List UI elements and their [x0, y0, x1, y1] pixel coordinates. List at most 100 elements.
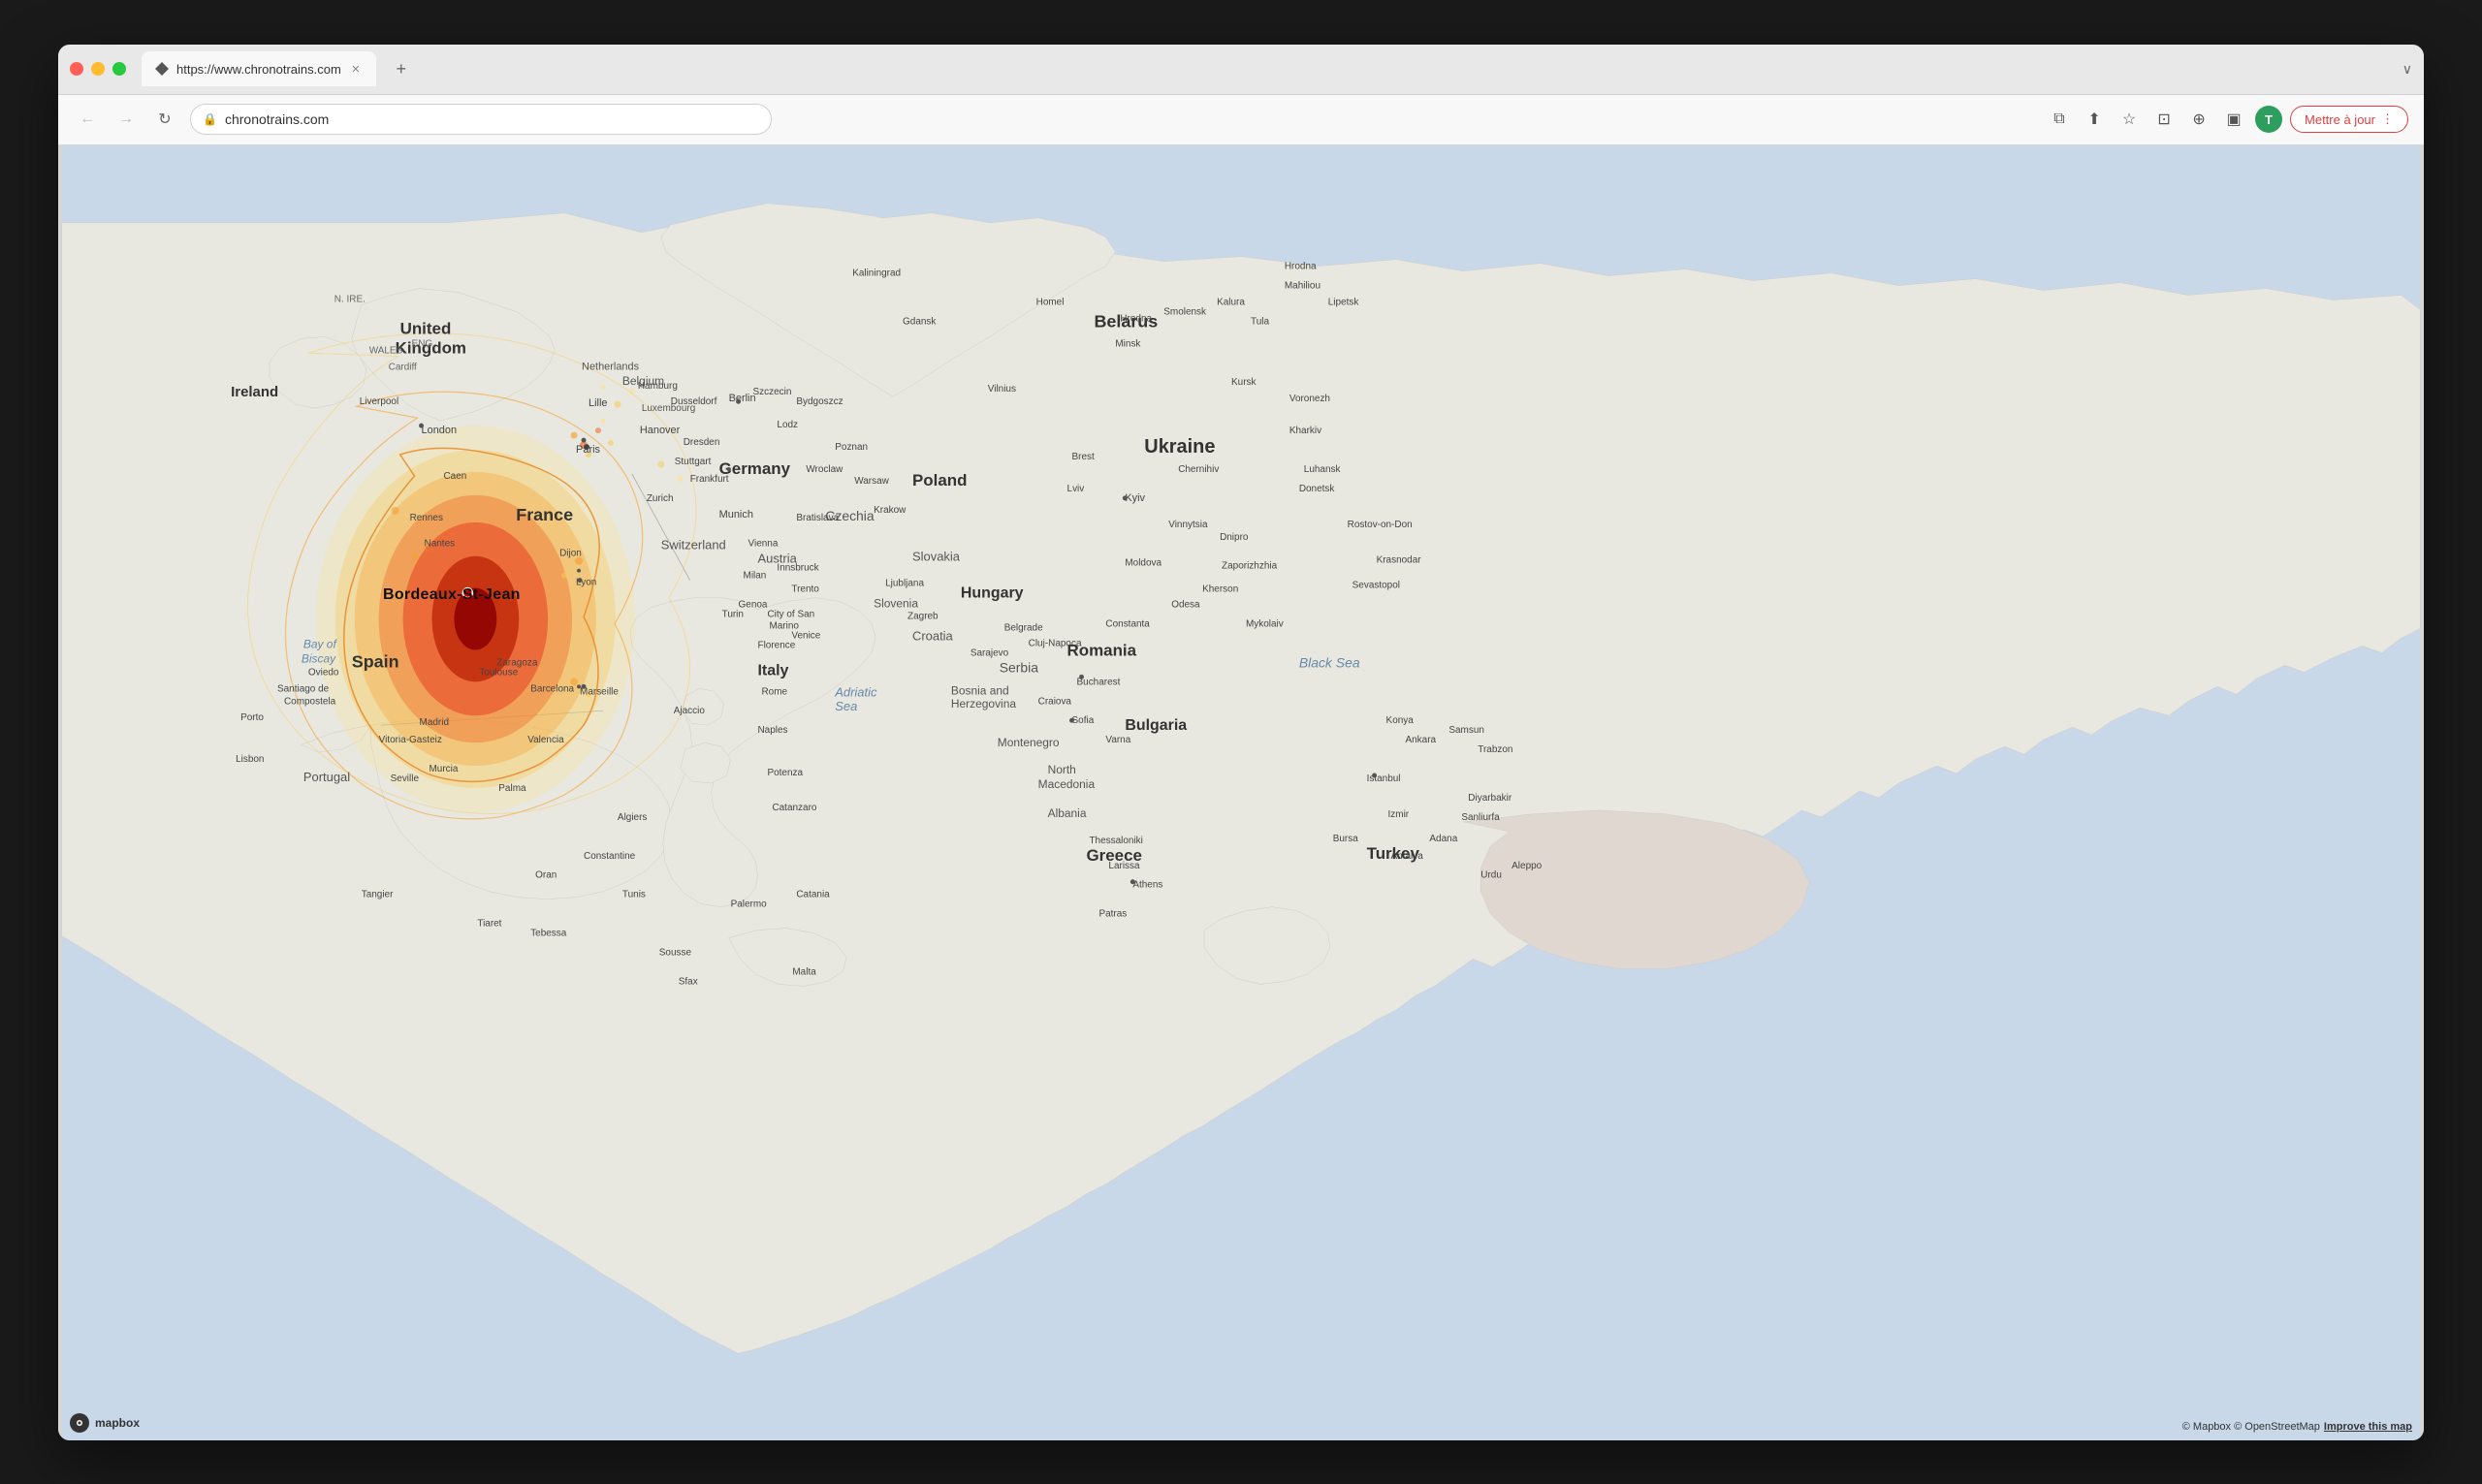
improve-map-link[interactable]: Improve this map [2324, 1421, 2412, 1433]
country-label-spain: Spain [352, 651, 399, 671]
minimize-button[interactable] [91, 62, 105, 76]
svg-text:Constanta: Constanta [1105, 618, 1150, 629]
sidebar-icon[interactable]: ▣ [2220, 106, 2247, 133]
svg-text:Tula: Tula [1251, 316, 1269, 327]
svg-text:Moldova: Moldova [1125, 557, 1161, 568]
share-icon[interactable]: ⬆ [2081, 106, 2108, 133]
extensions-icon[interactable]: ⊕ [2185, 106, 2212, 133]
country-label-slovenia: Slovenia [874, 596, 918, 610]
svg-text:Dijon: Dijon [559, 548, 582, 558]
reach-dot [411, 553, 418, 559]
bookmark-icon[interactable]: ☆ [2116, 106, 2143, 133]
country-label-croatia: Croatia [912, 628, 954, 643]
mapbox-logo: mapbox [70, 1413, 140, 1433]
svg-text:Palermo: Palermo [731, 899, 768, 909]
back-button[interactable]: ← [74, 106, 101, 133]
svg-text:Kaluга: Kaluга [1217, 297, 1245, 307]
svg-text:Craiova: Craiova [1038, 696, 1072, 707]
svg-text:Hamburg: Hamburg [638, 381, 678, 392]
country-label-slovakia: Slovakia [912, 549, 961, 563]
svg-text:Wroclaw: Wroclaw [806, 463, 843, 474]
country-label-switzerland: Switzerland [661, 537, 726, 552]
svg-text:Innsbruck: Innsbruck [777, 562, 818, 573]
svg-text:Gdansk: Gdansk [903, 316, 936, 327]
reach-dot [608, 440, 614, 446]
svg-text:Izmir: Izmir [1388, 808, 1410, 819]
svg-text:Belgrade: Belgrade [1004, 622, 1043, 633]
svg-text:Mykolaiv: Mykolaiv [1246, 618, 1284, 629]
tabs-dropdown-icon[interactable]: ∨ [2402, 61, 2412, 78]
mapbox-logo-text: mapbox [95, 1416, 140, 1430]
screenshot-icon[interactable]: ⧉ [2046, 106, 2073, 133]
svg-text:Warsaw: Warsaw [854, 475, 889, 486]
svg-text:Naples: Naples [757, 725, 787, 736]
tab-favicon-icon [155, 62, 169, 76]
svg-text:Hrodna: Hrodna [1120, 313, 1152, 324]
country-label-ukraine: Ukraine [1144, 436, 1215, 458]
svg-text:Konya: Konya [1386, 715, 1415, 726]
toolbar-right: ⧉ ⬆ ☆ ⊡ ⊕ ▣ T Mettre à jour ⋮ [2046, 106, 2408, 133]
attribution-text: © Mapbox © OpenStreetMap [2182, 1421, 2320, 1433]
svg-text:Zagreb: Zagreb [907, 611, 939, 621]
svg-text:Liverpool: Liverpool [360, 396, 398, 407]
update-button[interactable]: Mettre à jour ⋮ [2290, 106, 2408, 133]
svg-text:Samsun: Samsun [1448, 725, 1484, 736]
country-label-north-mac2: Macedonia [1038, 777, 1096, 791]
svg-text:Nantes: Nantes [425, 538, 456, 549]
svg-text:Malta: Malta [792, 966, 816, 977]
station-marker [462, 587, 472, 597]
url-text: chronotrains.com [225, 111, 329, 127]
svg-text:Oran: Oran [535, 869, 557, 880]
svg-text:Diyarbakir: Diyarbakir [1468, 792, 1512, 803]
reach-dot [614, 400, 620, 407]
new-tab-button[interactable]: + [388, 55, 415, 82]
url-bar[interactable]: 🔒 chronotrains.com [190, 104, 772, 135]
svg-text:Bratislava: Bratislava [796, 512, 839, 522]
svg-text:Frankfurt: Frankfurt [690, 473, 729, 484]
cast-icon[interactable]: ⊡ [2150, 106, 2178, 133]
profile-avatar[interactable]: T [2255, 106, 2282, 133]
svg-text:Toulouse: Toulouse [479, 667, 518, 678]
svg-text:Cluj-Napoca: Cluj-Napoca [1029, 638, 1082, 648]
active-tab[interactable]: https://www.chronotrains.com ✕ [142, 51, 376, 86]
svg-text:Milan: Milan [744, 570, 767, 581]
country-label-ireland: Ireland [231, 384, 278, 400]
svg-text:Szczecin: Szczecin [753, 387, 792, 397]
reach-dot [595, 427, 601, 433]
svg-text:Donetsk: Donetsk [1299, 483, 1335, 493]
svg-text:Vinnytsia: Vinnytsia [1168, 519, 1208, 529]
svg-text:Homel: Homel [1036, 297, 1065, 307]
sea-label-bay-biscay: Bay of [303, 637, 338, 650]
reload-button[interactable]: ↻ [151, 106, 178, 133]
svg-text:Oviedo: Oviedo [308, 667, 339, 678]
svg-text:Luhansk: Luhansk [1304, 463, 1341, 474]
traffic-lights [70, 62, 126, 76]
map-container[interactable]: Spain France Portugal Germany Belgium Ne… [58, 145, 2424, 1440]
svg-text:Ljubljana: Ljubljana [885, 578, 924, 588]
svg-text:Turin: Turin [722, 609, 744, 619]
svg-text:Sofia: Sofia [1072, 715, 1095, 726]
svg-text:Krakow: Krakow [874, 504, 907, 515]
svg-text:Adana: Adana [1429, 833, 1457, 843]
update-button-label: Mettre à jour [2305, 112, 2375, 127]
svg-text:Kherson: Kherson [1202, 584, 1238, 594]
country-label-netherlands: Netherlands [582, 361, 640, 372]
close-button[interactable] [70, 62, 83, 76]
reach-dot [657, 460, 664, 467]
svg-text:Aleppo: Aleppo [1511, 860, 1542, 870]
svg-text:Minsk: Minsk [1115, 338, 1140, 349]
maximize-button[interactable] [112, 62, 126, 76]
svg-text:Catanzaro: Catanzaro [772, 802, 816, 812]
svg-text:Kyiv: Kyiv [1125, 491, 1145, 503]
svg-text:Porto: Porto [240, 712, 264, 723]
svg-text:Urdu: Urdu [1480, 869, 1502, 880]
svg-text:Antalya: Antalya [1391, 850, 1424, 861]
forward-button[interactable]: → [112, 106, 140, 133]
tab-close-icon[interactable]: ✕ [349, 62, 363, 76]
update-menu-icon: ⋮ [2381, 111, 2394, 127]
svg-text:Santiago de: Santiago de [277, 683, 330, 694]
sea-label-adriatic: Adriatic [834, 684, 877, 699]
svg-text:N. IRE.: N. IRE. [334, 294, 366, 304]
svg-text:Vilnius: Vilnius [988, 384, 1016, 395]
svg-text:Barcelona: Barcelona [530, 683, 574, 694]
